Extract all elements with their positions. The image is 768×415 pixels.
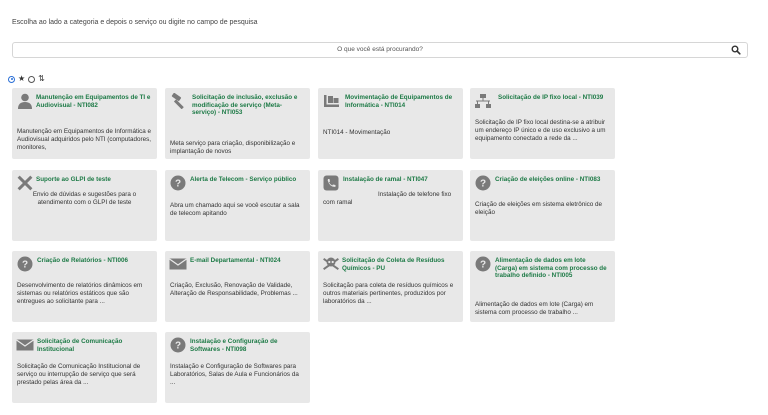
service-desc: Envio de dúvidas e sugestões para o aten…: [32, 191, 137, 207]
service-desc: Manutenção em Equipamentos de Informátic…: [17, 128, 152, 152]
question-icon: ?: [475, 256, 491, 272]
service-title[interactable]: Instalação e Configuração de Softwares -…: [190, 338, 304, 353]
service-card[interactable]: ? Criação de Relatórios - NTI006 Desenvo…: [12, 251, 157, 322]
service-title[interactable]: Solicitação de Coleta de Resíduos Químic…: [342, 257, 457, 272]
search-input[interactable]: O que você está procurando?: [12, 42, 748, 58]
service-card[interactable]: ? Alerta de Telecom - Serviço público Ab…: [165, 170, 310, 241]
question-icon: ?: [475, 175, 491, 191]
service-card[interactable]: Suporte ao GLPI de teste Envio de dúvida…: [12, 170, 157, 241]
star-icon: ★: [18, 74, 26, 83]
service-desc: Alimentação de dados em lote (Carga) em …: [475, 301, 594, 317]
service-title[interactable]: Instalação de ramal - NTI047: [343, 176, 457, 184]
skull-crossbones-icon: [323, 257, 339, 270]
svg-text:?: ?: [22, 260, 28, 271]
service-desc: Instalação e Configuração de Softwares p…: [170, 363, 299, 387]
service-title[interactable]: Manutenção em Equipamentos de TI e Audio…: [36, 94, 151, 109]
svg-text:?: ?: [175, 179, 181, 190]
service-card[interactable]: Solicitação de inclusão, exclusão e modi…: [165, 88, 310, 159]
service-card[interactable]: ? Alimentação de dados em lote (Carga) e…: [470, 251, 615, 322]
service-title[interactable]: Alerta de Telecom - Serviço público: [190, 176, 304, 184]
service-desc: Desenvolvimento de relatórios dinâmicos …: [17, 282, 143, 306]
phone-icon: [323, 175, 339, 191]
sort-options: ★ ⇅: [8, 74, 45, 84]
svg-text:?: ?: [175, 341, 181, 352]
service-card[interactable]: E-mail Departamental - NTI024 Criação, E…: [165, 251, 310, 322]
network-icon: [475, 94, 491, 108]
sort-alpha-icon: ⇅: [38, 74, 45, 83]
question-icon: ?: [170, 175, 186, 191]
service-card[interactable]: Solicitação de Coleta de Resíduos Químic…: [318, 251, 463, 322]
service-title[interactable]: Solicitação de inclusão, exclusão e modi…: [192, 94, 304, 117]
envelope-icon: [16, 339, 34, 351]
sort-by-favorite-radio[interactable]: [8, 75, 15, 83]
hammer-icon: [171, 93, 184, 109]
sort-by-alpha-radio[interactable]: [28, 75, 36, 83]
search-icon[interactable]: [731, 45, 741, 55]
envelope-icon: [169, 258, 187, 270]
service-desc: Criação, Exclusão, Renovação de Validade…: [170, 282, 298, 298]
service-title[interactable]: Suporte ao GLPI de teste: [36, 176, 151, 184]
service-card[interactable]: Solicitação de Comunicação Institucional…: [12, 332, 157, 403]
service-title[interactable]: Criação de eleições online - NTI083: [495, 176, 609, 184]
tools-icon: [17, 175, 33, 191]
service-title[interactable]: Solicitação de IP fixo local - NTI039: [498, 94, 609, 102]
service-card[interactable]: Movimentação de Equipamentos de Informát…: [318, 88, 463, 159]
question-icon: ?: [17, 256, 33, 272]
question-icon: ?: [170, 337, 186, 353]
service-title[interactable]: Criação de Relatórios - NTI006: [37, 257, 151, 265]
service-title[interactable]: Solicitação de Comunicação Institucional: [37, 338, 151, 353]
service-desc: Solicitação de Comunicação Institucional…: [17, 363, 141, 387]
service-card[interactable]: Instalação de ramal - NTI047 Instalação …: [318, 170, 463, 241]
service-desc: Abra um chamado aqui se você escutar a s…: [170, 202, 300, 218]
service-desc: Solicitação de IP fixo local destina-se …: [475, 119, 606, 143]
svg-text:?: ?: [480, 179, 486, 190]
service-title[interactable]: Alimentação de dados em lote (Carga) em …: [495, 257, 609, 280]
user-icon: [18, 93, 32, 109]
service-card[interactable]: ? Criação de eleições online - NTI083 Cr…: [470, 170, 615, 241]
service-card[interactable]: Solicitação de IP fixo local - NTI039 So…: [470, 88, 615, 159]
truck-loading-icon: [324, 95, 339, 107]
service-desc: Criação de eleições em sistema eletrônic…: [475, 201, 603, 217]
intro-text: Escolha ao lado a categoria e depois o s…: [12, 19, 258, 26]
svg-text:?: ?: [480, 260, 486, 271]
service-card[interactable]: ? Instalação e Configuração de Softwares…: [165, 332, 310, 403]
service-desc: NTI014 - Movimentação: [323, 129, 391, 136]
service-title[interactable]: Movimentação de Equipamentos de Informát…: [345, 94, 457, 109]
service-desc: Solicitação para coleta de resíduos quím…: [323, 282, 454, 306]
service-desc: Meta serviço para criação, disponibiliza…: [170, 140, 296, 156]
service-desc: Instalação de telefone fixo com ramal: [323, 191, 452, 207]
service-title[interactable]: E-mail Departamental - NTI024: [190, 257, 304, 265]
search-placeholder: O que você está procurando?: [337, 46, 423, 53]
service-card[interactable]: Manutenção em Equipamentos de TI e Audio…: [12, 88, 157, 159]
